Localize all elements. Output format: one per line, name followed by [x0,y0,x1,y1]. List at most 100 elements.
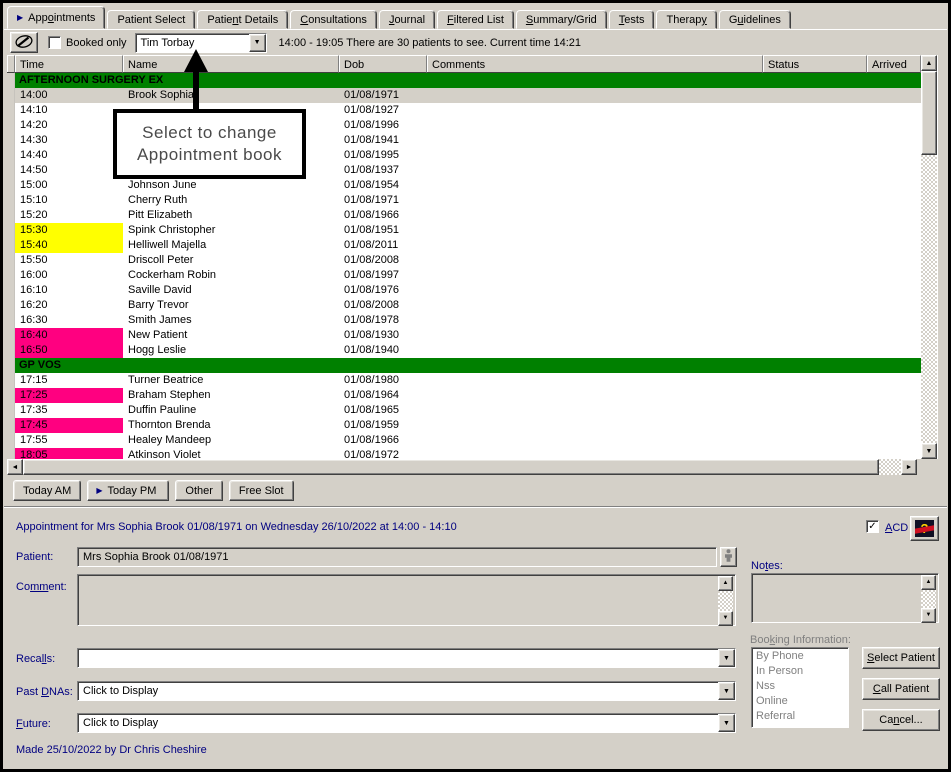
scroll-up-icon[interactable]: ▲ [921,575,936,590]
scroll-down-icon[interactable]: ▼ [921,443,937,459]
column-header-time[interactable]: Time [15,55,123,73]
booking-option[interactable]: In Person [752,664,848,679]
cell-dob: 01/08/1978 [339,313,427,328]
column-header-status[interactable]: Status [763,55,867,73]
help-card-button[interactable]: ? [910,516,939,541]
cell-dob: 01/08/1937 [339,163,427,178]
row-gutter [7,448,15,459]
appointment-row[interactable]: 17:45Thornton Brenda01/08/1959 [7,418,921,433]
scroll-track[interactable] [921,590,936,608]
pen-icon-button[interactable] [10,32,38,53]
cell-status [763,433,867,448]
patient-field[interactable]: Mrs Sophia Brook 01/08/1971 [77,547,717,567]
appointment-row[interactable]: 15:40Helliwell Majella01/08/2011 [7,238,921,253]
vertical-scrollbar[interactable]: ▲ ▼ [921,55,937,459]
appointments-toolbar: Booked only Tim Torbay ▼ 14:00 - 19:05 T… [4,29,947,55]
vertical-scroll-thumb[interactable] [921,71,937,155]
tab-consultations[interactable]: Consultations [290,10,377,29]
cell-comments [427,343,763,358]
cell-arrived [867,208,921,223]
tab-free-slot[interactable]: Free Slot [229,480,294,501]
appointment-row[interactable]: 16:00Cockerham Robin01/08/1997 [7,268,921,283]
tab-therapy[interactable]: Therapy [656,10,716,29]
appointment-row[interactable]: 18:05Atkinson Violet01/08/1972 [7,448,921,459]
appointment-row[interactable]: 15:20Pitt Elizabeth01/08/1966 [7,208,921,223]
booking-option[interactable]: By Phone [752,649,848,664]
chevron-down-icon[interactable]: ▼ [718,682,735,700]
past-dnas-combobox[interactable]: Click to Display ▼ [77,681,736,701]
cell-comments [427,403,763,418]
horizontal-scroll-thumb[interactable] [23,459,879,475]
call-patient-button[interactable]: Call Patient [862,678,940,700]
appointment-row[interactable]: 17:25Braham Stephen01/08/1964 [7,388,921,403]
tab-today-am[interactable]: Today AM [13,480,81,501]
chevron-down-icon[interactable]: ▼ [718,714,735,732]
tab-patient-select[interactable]: Patient Select [107,10,195,29]
appointment-row[interactable]: 14:00Brook Sophia01/08/1971 [7,88,921,103]
section-header-row[interactable]: GP VOS [7,358,921,373]
column-header-arrived[interactable]: Arrived [867,55,921,73]
scroll-right-icon[interactable]: ► [901,459,917,475]
cell-status [763,328,867,343]
cell-time: 17:55 [15,433,123,448]
booked-only-checkbox[interactable] [48,36,61,49]
appointment-row[interactable]: 16:40New Patient01/08/1930 [7,328,921,343]
column-header-comments[interactable]: Comments [427,55,763,73]
booking-option[interactable]: Nss [752,679,848,694]
scroll-left-icon[interactable]: ◄ [7,459,23,475]
cell-name: Thornton Brenda [123,418,339,433]
notes-textarea[interactable]: ▲ ▼ [751,573,939,623]
appointment-row[interactable]: 16:10Saville David01/08/1976 [7,283,921,298]
booking-option[interactable]: Online [752,694,848,709]
appointment-row[interactable]: 15:00Johnson June01/08/1954 [7,178,921,193]
tab-today-pm[interactable]: ▶Today PM [87,480,169,501]
tab-other[interactable]: Other [175,480,223,501]
scroll-down-icon[interactable]: ▼ [718,611,733,626]
cell-time: 16:00 [15,268,123,283]
cell-comments [427,433,763,448]
appointment-row[interactable]: 16:30Smith James01/08/1978 [7,313,921,328]
tab-filtered-list[interactable]: Filtered List [437,10,514,29]
recalls-combobox[interactable]: ▼ [77,648,736,668]
appointment-row[interactable]: 15:50Driscoll Peter01/08/2008 [7,253,921,268]
chevron-down-icon[interactable]: ▼ [718,649,735,667]
cell-name: Atkinson Violet [123,448,339,459]
scroll-track[interactable] [718,591,733,611]
section-header-row[interactable]: AFTERNOON SURGERY EX [7,73,921,88]
scroll-up-icon[interactable]: ▲ [718,576,733,591]
column-header-name[interactable]: Name [123,55,339,73]
column-header-dob[interactable]: Dob [339,55,427,73]
tab-appointments[interactable]: ▶Appointments [7,6,105,29]
appointment-row[interactable]: 15:30Spink Christopher01/08/1951 [7,223,921,238]
horizontal-scrollbar[interactable]: ◄ ► [7,459,917,475]
future-combobox[interactable]: Click to Display ▼ [77,713,736,733]
row-gutter [7,253,15,268]
comment-textarea[interactable]: ▲ ▼ [77,574,736,626]
cell-dob: 01/08/1965 [339,403,427,418]
cell-dob: 01/08/1976 [339,283,427,298]
patient-detail-button[interactable] [720,547,737,567]
scroll-up-icon[interactable]: ▲ [921,55,937,71]
tab-tests[interactable]: Tests [609,10,655,29]
tab-journal[interactable]: Journal [379,10,435,29]
appointment-row[interactable]: 16:50Hogg Leslie01/08/1940 [7,343,921,358]
cell-time: 14:10 [15,103,123,118]
tab-label: Today AM [23,485,71,497]
booking-information-listbox[interactable]: By PhoneIn PersonNssOnlineReferral [751,647,849,728]
scroll-down-icon[interactable]: ▼ [921,608,936,623]
appointment-row[interactable]: 15:10Cherry Ruth01/08/1971 [7,193,921,208]
booking-option[interactable]: Referral [752,709,848,724]
appointment-row[interactable]: 17:15Turner Beatrice01/08/1980 [7,373,921,388]
appointment-row[interactable]: 17:35Duffin Pauline01/08/1965 [7,403,921,418]
chevron-down-icon[interactable]: ▼ [249,34,266,52]
tab-summary-grid[interactable]: Summary/Grid [516,10,607,29]
tab-guidelines[interactable]: Guidelines [719,10,791,29]
cell-arrived [867,148,921,163]
appointment-row[interactable]: 17:55Healey Mandeep01/08/1966 [7,433,921,448]
cancel-button[interactable]: Cancel... [862,709,940,731]
appointment-row[interactable]: 16:20Barry Trevor01/08/2008 [7,298,921,313]
select-patient-button[interactable]: Select Patient [862,647,940,669]
cell-comments [427,238,763,253]
acd-checkbox[interactable]: ✓ [866,520,879,533]
tab-patient-details[interactable]: Patient Details [197,10,288,29]
